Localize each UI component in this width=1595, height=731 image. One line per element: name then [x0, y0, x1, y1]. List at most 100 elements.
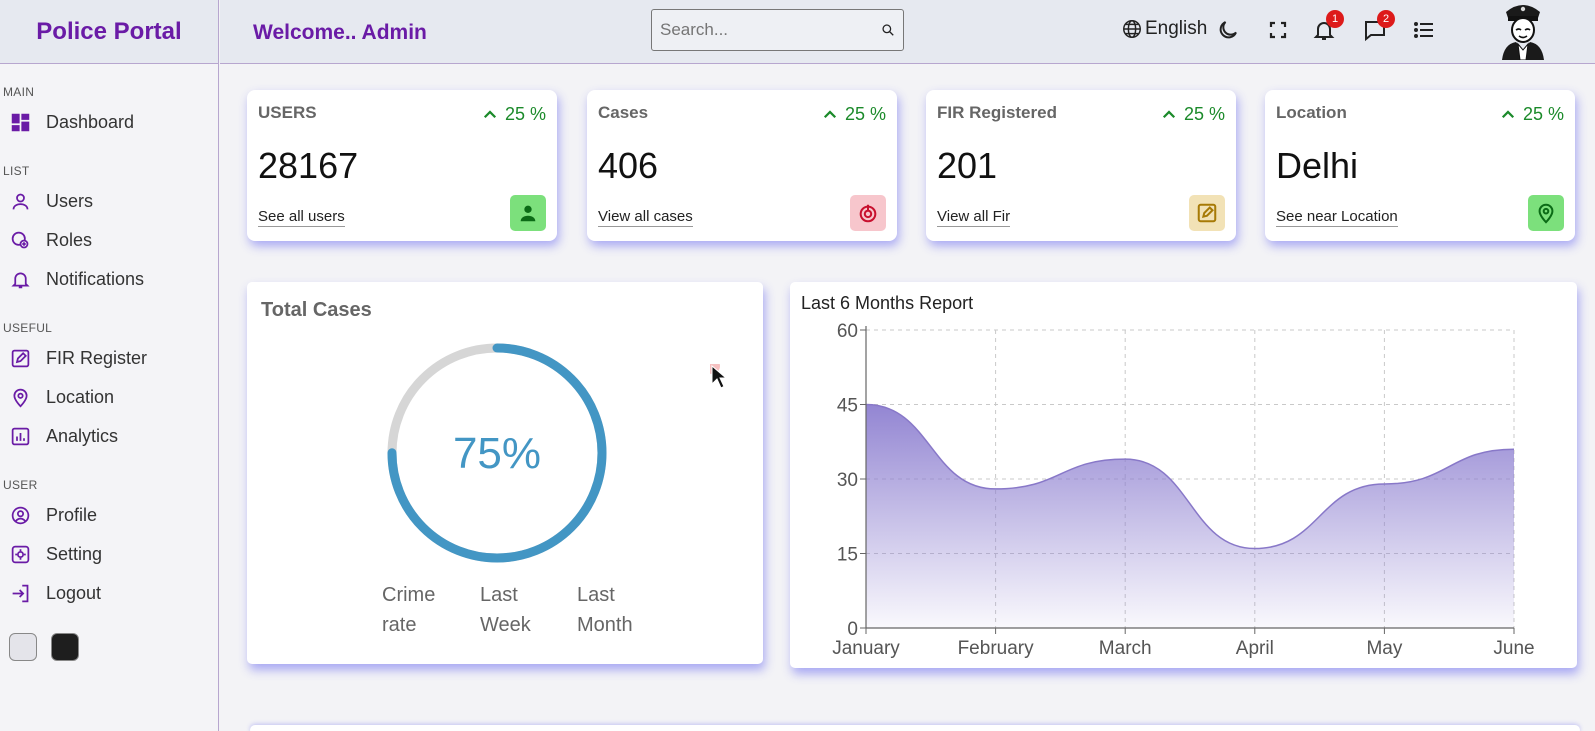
- y-tick-label: 60: [837, 321, 858, 342]
- fullscreen-icon: [1269, 21, 1287, 39]
- analytics-icon: [11, 427, 30, 446]
- card-percent-value: 25 %: [1183, 104, 1225, 124]
- stat-card-fir: FIR Registered 25 % 201 View all Fir: [926, 90, 1236, 241]
- language-label: English: [1145, 18, 1208, 39]
- theme-switcher: [9, 633, 218, 661]
- sidebar-item-label: Dashboard: [46, 112, 135, 132]
- sidebar: Police Portal MAIN Dashboard LIST Users …: [0, 0, 219, 731]
- sidebar-item-analytics[interactable]: Analytics: [0, 417, 218, 456]
- card-title: Cases: [598, 103, 649, 122]
- sidebar-item-roles[interactable]: Roles: [0, 221, 218, 260]
- roles-icon: [11, 231, 29, 249]
- dark-theme-button[interactable]: [51, 633, 79, 661]
- view-all-cases-link[interactable]: View all cases: [598, 208, 693, 227]
- card-value: 406: [598, 145, 659, 186]
- chevron-up-icon: [483, 109, 497, 118]
- x-tick-label: January: [832, 638, 900, 659]
- chevron-up-icon: [1162, 109, 1176, 118]
- sidebar-item-label: Logout: [46, 583, 102, 603]
- x-tick-label: March: [1099, 638, 1152, 659]
- notifications-button[interactable]: 1: [1312, 10, 1344, 42]
- sidebar-item-label: Setting: [46, 544, 103, 564]
- y-tick-label: 0: [847, 619, 858, 640]
- messages-badge: 2: [1377, 10, 1395, 28]
- section-title-user: USER: [3, 478, 38, 492]
- legend-last-month: Last Month: [577, 580, 633, 640]
- view-all-fir-link[interactable]: View all Fir: [937, 208, 1011, 227]
- card-percent-value: 25 %: [1522, 104, 1564, 124]
- legend-line: Last: [480, 584, 518, 606]
- messages-button[interactable]: 2: [1363, 10, 1395, 42]
- logout-icon: [12, 584, 29, 603]
- search-box: [651, 9, 904, 51]
- light-theme-button[interactable]: [9, 633, 37, 661]
- target-icon: [859, 204, 877, 223]
- x-tick-label: June: [1493, 638, 1534, 659]
- language-selector[interactable]: English: [1121, 18, 1207, 40]
- panel-title: Total Cases: [261, 299, 372, 321]
- moon-icon: [1219, 21, 1237, 39]
- dashboard-icon: [11, 113, 30, 132]
- legend-crime-rate: Crime rate: [382, 580, 435, 640]
- sidebar-item-dashboard[interactable]: Dashboard: [0, 103, 218, 142]
- area-chart: 0 15 30 45 60 January February March April May Jun…: [832, 321, 1534, 659]
- globe-icon: [1123, 20, 1141, 38]
- legend-line: Last: [577, 584, 615, 606]
- card-title: Location: [1276, 103, 1347, 122]
- y-tick-label: 45: [837, 396, 858, 417]
- dark-mode-toggle[interactable]: [1216, 18, 1240, 42]
- edit-icon: [11, 349, 30, 368]
- card-percent: 25 %: [1160, 104, 1225, 125]
- location-pin-icon: [1538, 203, 1554, 224]
- progress-ring: 75%: [387, 343, 607, 563]
- list-icon: [1414, 22, 1433, 38]
- next-panel-edge: [250, 725, 1580, 731]
- card-icon-box[interactable]: [1189, 195, 1225, 231]
- fullscreen-button[interactable]: [1266, 18, 1290, 42]
- x-tick-label: May: [1366, 638, 1402, 659]
- edit-icon: [1197, 203, 1217, 223]
- chevron-up-icon: [1501, 109, 1515, 118]
- profile-icon: [11, 506, 30, 525]
- sidebar-item-fir-register[interactable]: FIR Register: [0, 339, 218, 378]
- card-value: 28167: [258, 145, 359, 186]
- legend-last-week: Last Week: [480, 580, 531, 640]
- sidebar-item-profile[interactable]: Profile: [0, 496, 218, 535]
- mouse-cursor-icon: [710, 364, 728, 389]
- card-percent: 25 %: [481, 104, 546, 125]
- area-fill: [866, 404, 1514, 628]
- card-icon-box[interactable]: [850, 195, 886, 231]
- sidebar-item-location[interactable]: Location: [0, 378, 218, 417]
- x-tick-label: April: [1236, 638, 1274, 659]
- sidebar-item-label: FIR Register: [46, 348, 148, 368]
- card-percent-value: 25 %: [504, 104, 546, 124]
- search-icon[interactable]: [881, 17, 895, 43]
- card-icon-box[interactable]: [1528, 195, 1564, 231]
- sidebar-item-notifications[interactable]: Notifications: [0, 260, 218, 299]
- sidebar-item-label: Notifications: [46, 269, 145, 289]
- sidebar-item-label: Roles: [46, 230, 93, 250]
- top-navbar: Welcome.. Admin English 1 2: [220, 0, 1595, 64]
- user-icon: [12, 193, 29, 210]
- card-percent-value: 25 %: [844, 104, 886, 124]
- see-all-users-link[interactable]: See all users: [258, 208, 345, 227]
- location-pin-icon: [13, 388, 28, 408]
- sidebar-item-label: Users: [46, 191, 94, 211]
- bell-icon: [11, 272, 30, 289]
- search-input[interactable]: [652, 20, 881, 40]
- see-near-location-link[interactable]: See near Location: [1276, 208, 1398, 227]
- sidebar-item-users[interactable]: Users: [0, 182, 218, 221]
- notifications-badge: 1: [1326, 10, 1344, 28]
- police-avatar[interactable]: [1500, 0, 1546, 60]
- total-cases-panel: Total Cases 75% Crime rate Last Week Last M…: [247, 282, 763, 664]
- y-tick-label: 15: [837, 545, 858, 566]
- menu-list-button[interactable]: [1412, 18, 1436, 42]
- sidebar-item-label: Location: [46, 387, 115, 407]
- sidebar-item-logout[interactable]: Logout: [0, 574, 218, 613]
- sidebar-item-setting[interactable]: Setting: [0, 535, 218, 574]
- section-title-list: LIST: [3, 164, 30, 178]
- app-logo[interactable]: Police Portal: [0, 0, 218, 64]
- card-icon-box[interactable]: [510, 195, 546, 231]
- legend-line: Crime: [382, 584, 436, 606]
- chevron-up-icon: [823, 109, 837, 118]
